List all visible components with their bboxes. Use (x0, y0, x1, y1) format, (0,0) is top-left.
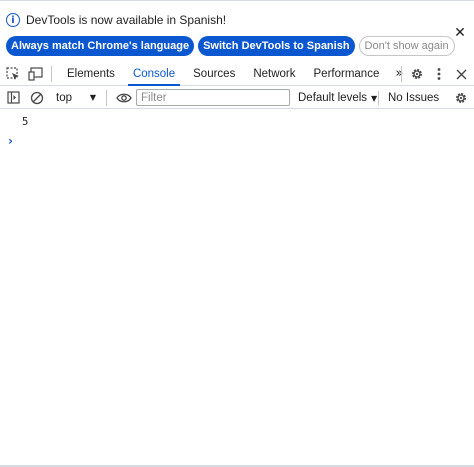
sidebar-toggle-icon[interactable] (2, 87, 24, 109)
info-icon: i (6, 13, 20, 27)
inspect-element-icon[interactable] (2, 62, 24, 86)
main-tabbar: Elements Console Sources Network Perform… (0, 62, 474, 86)
console-output[interactable]: 5 › (0, 110, 474, 466)
switch-spanish-button[interactable]: Switch DevTools to Spanish (198, 36, 355, 56)
context-value: top (56, 91, 72, 104)
dont-show-again-button[interactable]: Don't show again (358, 36, 455, 56)
more-options-icon[interactable] (428, 62, 450, 86)
infobar-message-row: i DevTools is now available in Spanish! (6, 11, 226, 29)
match-language-button[interactable]: Always match Chrome's language (6, 36, 195, 56)
console-prompt-icon[interactable]: › (8, 134, 13, 148)
infobar-buttons: Always match Chrome's language Switch De… (6, 36, 455, 56)
toolbar-divider (378, 91, 379, 105)
tab-sources[interactable]: Sources (184, 62, 244, 85)
tab-network[interactable]: Network (244, 62, 304, 85)
log-levels-dropdown[interactable]: Default levels ▼ (298, 87, 377, 109)
console-settings-gear-icon[interactable] (450, 87, 472, 109)
console-log-entry: 5 (22, 116, 29, 128)
tab-console[interactable]: Console (124, 62, 184, 86)
device-toolbar-icon[interactable] (24, 62, 46, 86)
language-infobar: i DevTools is now available in Spanish! … (0, 1, 474, 61)
filter-input[interactable] (136, 89, 290, 106)
settings-gear-icon[interactable] (406, 62, 428, 86)
context-selector[interactable]: top ▼ (56, 89, 96, 107)
issues-counter[interactable]: No Issues (388, 87, 439, 109)
issues-label: No Issues (388, 92, 440, 104)
toolbar-divider (106, 89, 107, 106)
log-levels-label: Default levels (298, 92, 368, 104)
live-expression-eye-icon[interactable] (113, 87, 135, 109)
clear-console-icon[interactable] (26, 87, 48, 109)
caret-down-icon: ▼ (89, 93, 96, 102)
tab-performance[interactable]: Performance (305, 62, 389, 85)
devtools-window: i DevTools is now available in Spanish! … (0, 0, 474, 467)
close-devtools-icon[interactable] (450, 62, 472, 86)
console-toolbar: top ▼ Default levels ▼ No Issues (0, 87, 474, 109)
toolbar-divider (401, 66, 402, 82)
toolbar-divider (51, 65, 52, 82)
infobar-message: DevTools is now available in Spanish! (26, 13, 227, 27)
tab-elements[interactable]: Elements (58, 62, 124, 85)
caret-down-icon: ▼ (371, 93, 378, 103)
tabbar-right-tools (401, 62, 474, 86)
